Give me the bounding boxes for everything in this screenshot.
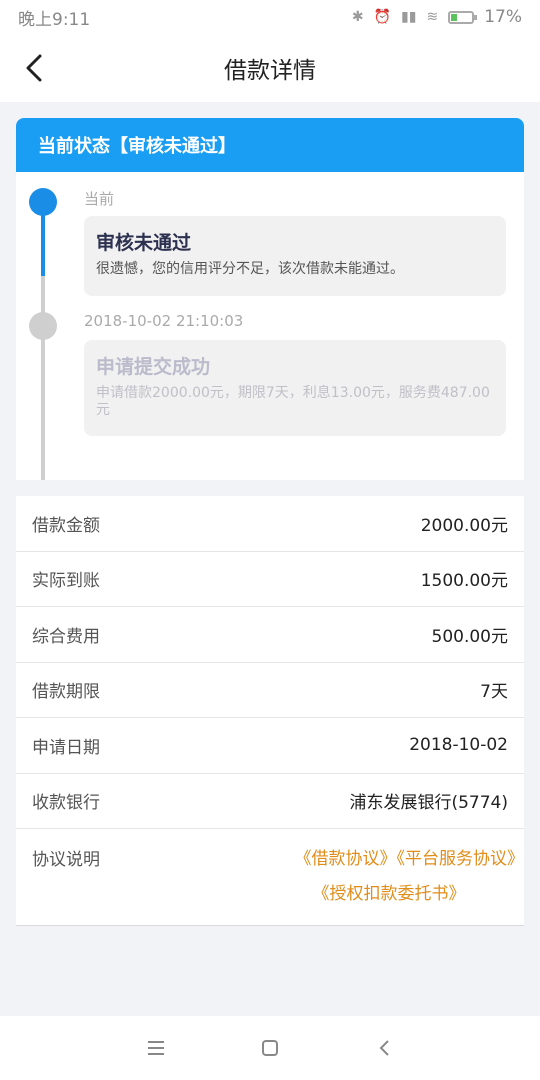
detail-label: 借款期限	[32, 682, 100, 703]
timeline-dot-current	[29, 188, 57, 216]
status-icons: ✱ ⏰ ▮▮ ≋ 17%	[352, 7, 522, 27]
agreement-links: 《借款协议》《平台服务协议》 《授权扣款委托书》	[264, 842, 525, 912]
home-square-icon	[262, 1040, 278, 1056]
back-arrow-icon	[379, 1040, 389, 1056]
event-description: 申请借款2000.00元，期限7天，利息13.00元，服务费487.00元	[96, 385, 490, 418]
detail-value: 7天	[480, 682, 508, 703]
system-nav-bar	[0, 1016, 540, 1080]
chevron-left-icon	[26, 54, 42, 82]
timeline-dot-past	[29, 312, 57, 340]
timeline-label-current: 当前	[84, 190, 115, 208]
menu-button[interactable]	[144, 1036, 168, 1060]
detail-row-loan-term: 借款期限 7天	[16, 663, 524, 718]
detail-label: 借款金额	[32, 515, 100, 536]
detail-value: 500.00元	[431, 626, 508, 647]
detail-value: 浦东发展银行(5774)	[349, 793, 508, 814]
app-header: 借款详情	[0, 34, 540, 102]
signal-icon: ▮▮	[401, 9, 417, 25]
timeline-event-rejected: 审核未通过 很遗憾，您的信用评分不足，该次借款未能通过。	[84, 216, 506, 296]
status-heading: 当前状态【审核未通过】	[16, 118, 524, 172]
detail-row-loan-amount: 借款金额 2000.00元	[16, 496, 524, 552]
detail-label: 申请日期	[32, 737, 100, 758]
nav-back-button[interactable]	[372, 1036, 396, 1060]
timeline-event-submitted: 申请提交成功 申请借款2000.00元，期限7天，利息13.00元，服务费487…	[84, 340, 506, 436]
detail-row-total-fees: 综合费用 500.00元	[16, 607, 524, 663]
home-button[interactable]	[258, 1036, 282, 1060]
detail-label: 实际到账	[32, 571, 100, 592]
wifi-icon: ≋	[426, 9, 439, 25]
page-title: 借款详情	[224, 58, 316, 84]
alarm-icon: ⏰	[373, 9, 392, 25]
battery-percent: 17%	[484, 7, 522, 27]
timeline-label-timestamp: 2018-10-02 21:10:03	[84, 312, 244, 330]
event-title: 审核未通过	[96, 232, 192, 254]
detail-label: 协议说明	[32, 850, 100, 870]
status-time: 晚上9:11	[18, 9, 91, 30]
detail-value: 2000.00元	[420, 515, 508, 536]
loan-details-list: 借款金额 2000.00元 实际到账 1500.00元 综合费用 500.00元…	[16, 496, 524, 926]
detail-label: 收款银行	[32, 793, 100, 814]
event-description: 很遗憾，您的信用评分不足，该次借款未能通过。	[96, 261, 404, 277]
detail-label: 综合费用	[32, 626, 100, 647]
back-button[interactable]	[16, 50, 52, 86]
detail-row-receiving-bank: 收款银行 浦东发展银行(5774)	[16, 774, 524, 829]
loan-status-card: 当前状态【审核未通过】 当前 审核未通过 很遗憾，您的信用评分不足，该次借款未能…	[16, 118, 524, 480]
battery-icon	[448, 10, 478, 24]
detail-value: 2018-10-02	[409, 735, 508, 756]
detail-value: 1500.00元	[420, 571, 508, 592]
loan-platform-agreement-link[interactable]: 《借款协议》《平台服务协议》	[264, 842, 525, 877]
bluetooth-icon: ✱	[351, 9, 364, 25]
timeline-line-inactive	[41, 276, 45, 480]
event-title: 申请提交成功	[96, 356, 211, 378]
status-bar: 晚上9:11 ✱ ⏰ ▮▮ ≋ 17%	[0, 0, 540, 34]
menu-icon	[148, 1041, 164, 1055]
detail-row-actual-received: 实际到账 1500.00元	[16, 552, 524, 607]
status-timeline: 当前 审核未通过 很遗憾，您的信用评分不足，该次借款未能通过。 2018-10-…	[16, 172, 524, 480]
detail-row-apply-date: 申请日期 2018-10-02	[16, 718, 524, 774]
debit-authorization-link[interactable]: 《授权扣款委托书》	[264, 877, 524, 912]
